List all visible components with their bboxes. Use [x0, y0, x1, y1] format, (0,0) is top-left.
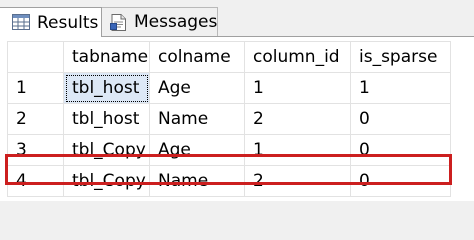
cell-column-id[interactable]: 2: [244, 165, 351, 197]
cell-colname[interactable]: Name: [149, 165, 245, 197]
column-header-is-sparse[interactable]: is_sparse: [350, 41, 451, 73]
cell-is-sparse[interactable]: 0: [350, 103, 451, 135]
results-grid: tabname colname column_id is_sparse 1 tb…: [7, 41, 451, 197]
row-number[interactable]: 4: [7, 165, 64, 197]
table-row[interactable]: 3 tbl_Copy Age 1 0: [7, 134, 451, 166]
cell-tabname[interactable]: tbl_Copy: [63, 165, 150, 197]
row-number[interactable]: 3: [7, 134, 64, 166]
cell-tabname[interactable]: tbl_host: [63, 103, 150, 135]
cell-colname[interactable]: Name: [149, 103, 245, 135]
cell-is-sparse[interactable]: 0: [350, 165, 451, 197]
cell-is-sparse[interactable]: 1: [350, 72, 451, 104]
column-header-column-id[interactable]: column_id: [244, 41, 351, 73]
table-row[interactable]: 2 tbl_host Name 2 0: [7, 103, 451, 135]
column-header-tabname[interactable]: tabname: [63, 41, 150, 73]
grid-corner-cell[interactable]: [7, 41, 64, 73]
cell-colname[interactable]: Age: [149, 134, 245, 166]
tab-results-label: Results: [37, 12, 99, 33]
cell-column-id[interactable]: 2: [244, 103, 351, 135]
tab-messages-label: Messages: [134, 12, 218, 32]
table-row[interactable]: 4 tbl_Copy Name 2 0: [7, 165, 451, 197]
results-tabstrip: Results Messages: [0, 0, 474, 37]
cell-column-id[interactable]: 1: [244, 134, 351, 166]
tab-messages[interactable]: Messages: [102, 7, 218, 36]
messages-icon: [110, 13, 128, 31]
cell-is-sparse[interactable]: 0: [350, 134, 451, 166]
row-number[interactable]: 1: [7, 72, 64, 104]
cell-column-id[interactable]: 1: [244, 72, 351, 104]
grid-icon: [12, 14, 30, 31]
results-grid-pane: tabname colname column_id is_sparse 1 tb…: [0, 36, 474, 201]
tab-results[interactable]: Results: [0, 7, 102, 37]
row-number[interactable]: 2: [7, 103, 64, 135]
column-header-colname[interactable]: colname: [149, 41, 245, 73]
header-row: tabname colname column_id is_sparse: [7, 41, 451, 73]
cell-tabname[interactable]: tbl_Copy: [63, 134, 150, 166]
cell-colname[interactable]: Age: [149, 72, 245, 104]
cell-tabname[interactable]: tbl_host: [63, 72, 150, 104]
table-row[interactable]: 1 tbl_host Age 1 1: [7, 72, 451, 104]
